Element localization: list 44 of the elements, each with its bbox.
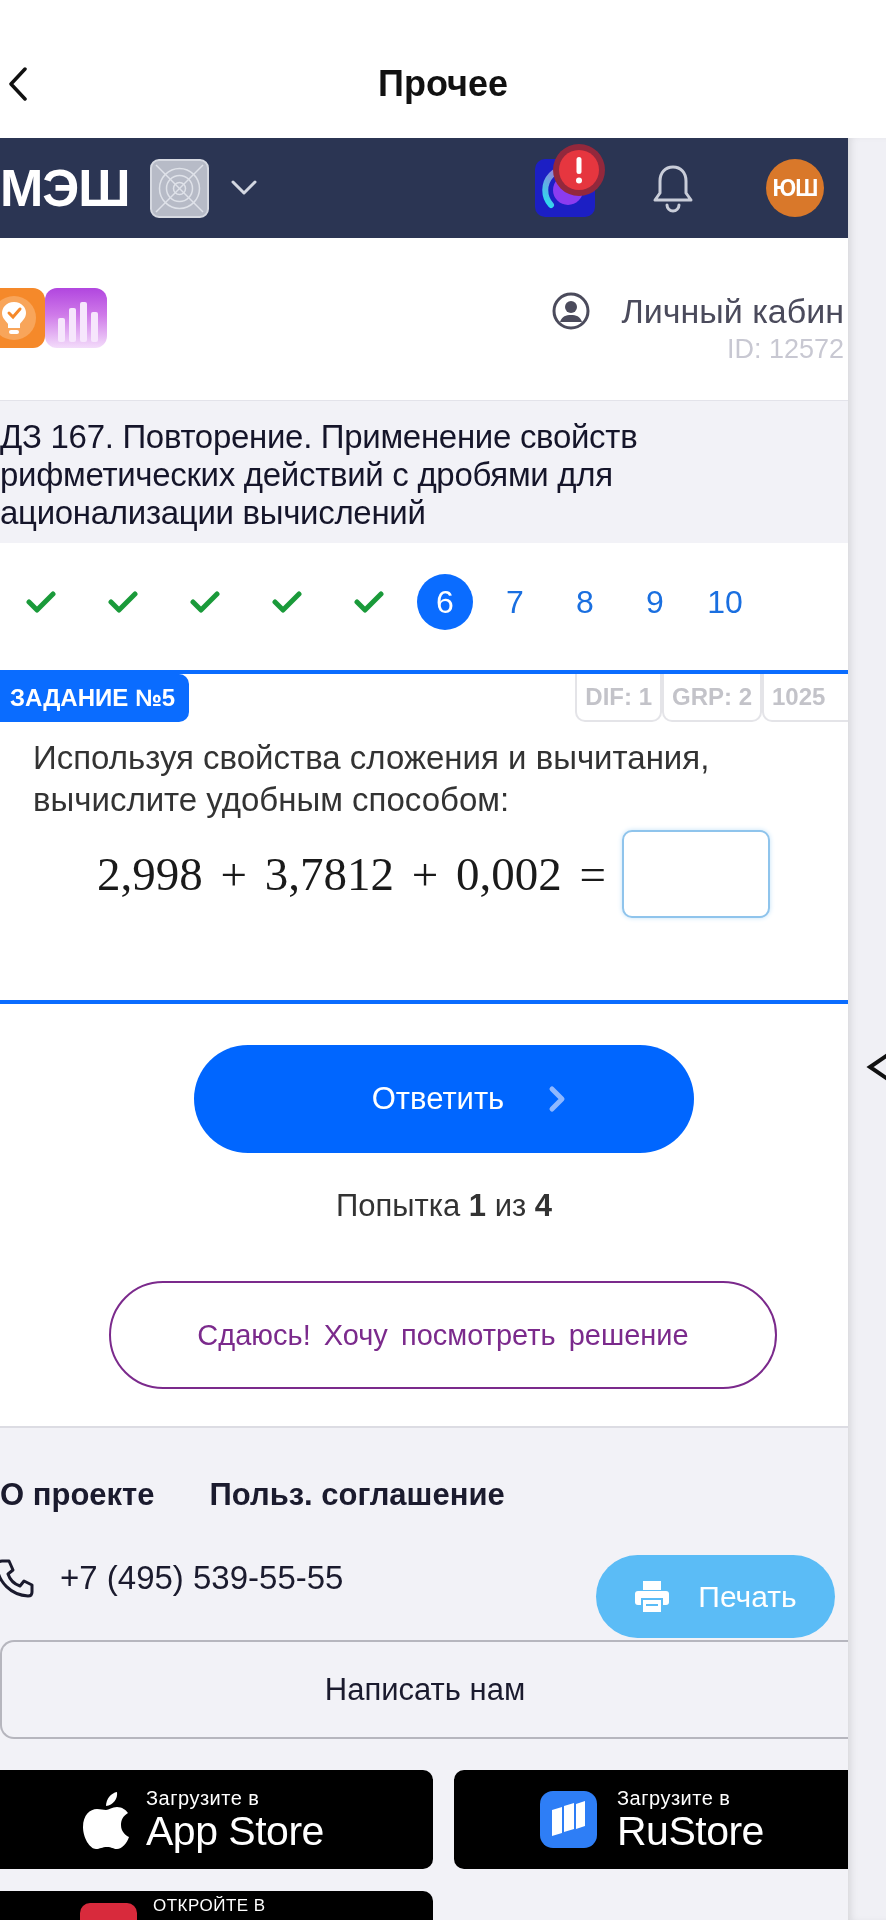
app-tile-icon	[80, 1903, 137, 1920]
app-store-button[interactable]: Загрузите в App Store	[0, 1770, 433, 1869]
apple-icon	[82, 1789, 130, 1850]
task-number-tab[interactable]: 6	[417, 574, 473, 630]
placeholder-tile-icon	[149, 158, 209, 218]
rustore-button[interactable]: Загрузите в RuStore	[454, 1770, 848, 1869]
app-tile-icon	[540, 1791, 597, 1848]
chevron-down-icon[interactable]	[230, 180, 257, 196]
check-icon	[272, 591, 302, 613]
printer-icon	[634, 1579, 671, 1614]
phone-icon	[0, 1558, 34, 1598]
task-number-tab[interactable]: 9	[620, 574, 690, 630]
screen-title: Прочее	[377, 62, 509, 106]
answer-field[interactable]	[622, 830, 771, 918]
task-number-tab[interactable]: 10	[690, 574, 760, 630]
check-icon	[354, 591, 384, 613]
store-button[interactable]: ОТКРОЙТЕ В	[0, 1891, 433, 1920]
question-text: Используя свойства сложения и вычитания, вычислите удобным способом:	[32, 738, 711, 820]
footer-link[interactable]: О проекте	[0, 1475, 155, 1515]
task-meta-tag: GRP: 2	[662, 674, 762, 722]
phone-link[interactable]: +7 (495) 539-55-55	[0, 1558, 344, 1598]
contact-button[interactable]: Написать нам	[0, 1640, 848, 1739]
bell-icon[interactable]	[651, 163, 695, 213]
task-label: ЗАДАНИЕ №5	[0, 674, 190, 722]
chevron-right-icon	[548, 1085, 567, 1113]
attempt-counter: Попытка 1 из 4	[335, 1188, 553, 1223]
check-icon	[190, 591, 220, 613]
lightbulb-icon[interactable]	[0, 288, 45, 348]
task-number-tab[interactable]: 7	[480, 574, 550, 630]
task-meta-tag: DIF: 1	[575, 674, 662, 722]
alert-badge-icon	[553, 144, 605, 196]
bar-chart-icon[interactable]	[45, 288, 107, 348]
check-icon	[108, 591, 138, 613]
answer-button[interactable]: Ответить	[194, 1045, 694, 1153]
logo-text: МЭШ	[0, 158, 130, 218]
account-link[interactable]: Личный кабин	[551, 289, 848, 333]
footer-link[interactable]: Польз. соглашение	[209, 1475, 505, 1515]
chevron-left-icon	[8, 67, 28, 101]
user-icon	[551, 292, 590, 330]
task-number-tab[interactable]: 8	[550, 574, 620, 630]
give-up-button[interactable]: Сдаюсь! Хочу посмотреть решение	[109, 1281, 777, 1389]
check-icon	[26, 591, 56, 613]
math-expression: 2,998 + 3,7812 + 0,002 =	[97, 847, 607, 901]
lesson-title: ДЗ 167. Повторение. Применение свойств рифметических действий с дробями для ационализации вычислений	[0, 418, 639, 532]
